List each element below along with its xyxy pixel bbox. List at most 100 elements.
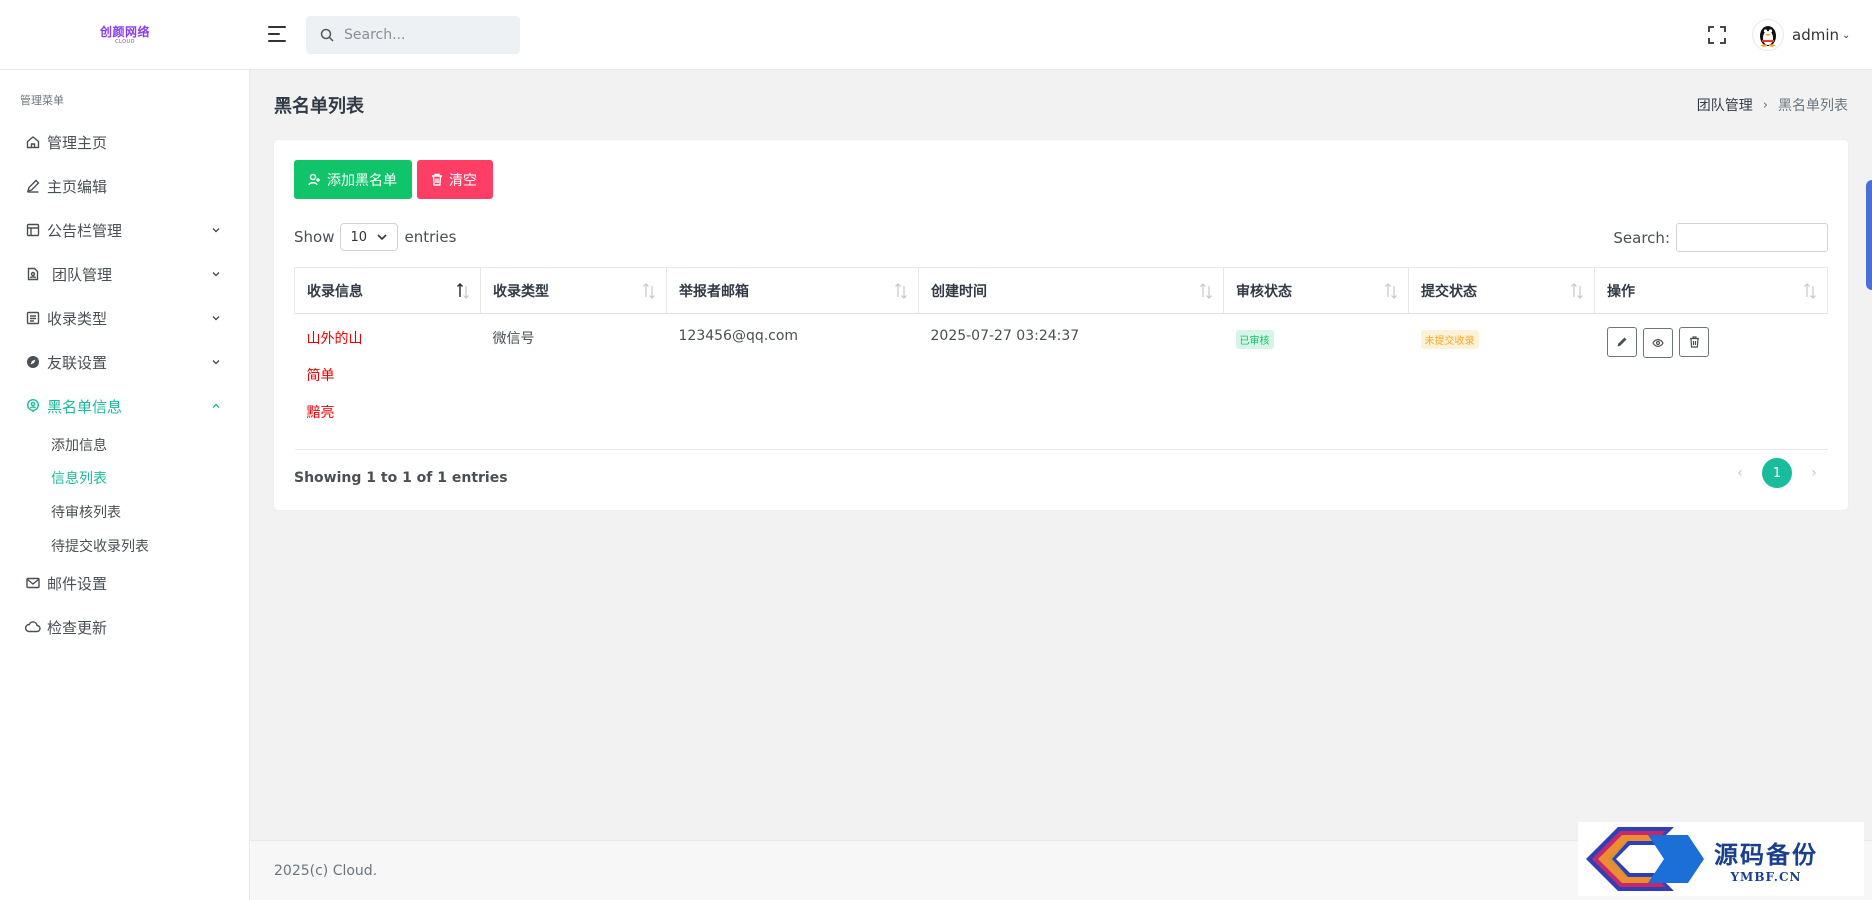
breadcrumb: 团队管理 › 黑名单列表	[1697, 95, 1848, 115]
home-icon	[25, 134, 41, 150]
sidebar-item-announcement[interactable]: 公告栏管理	[0, 210, 250, 250]
sidebar-subitem-pending-submit[interactable]: 待提交收录列表	[51, 533, 149, 559]
cell-review-status: 已审核	[1223, 313, 1409, 450]
sidebar-item-home-edit[interactable]: 主页编辑	[0, 166, 250, 206]
status-badge: 已审核	[1235, 330, 1274, 349]
fullscreen-icon[interactable]	[1708, 26, 1726, 44]
cell-submit-status: 未提交收录	[1408, 313, 1595, 450]
sort-asc-icon	[456, 283, 469, 299]
view-button[interactable]	[1642, 328, 1673, 358]
compass-icon	[25, 354, 41, 370]
sidebar-menu-title: 管理菜单	[20, 94, 64, 107]
sidebar-subitem-info-list[interactable]: 信息列表	[51, 465, 107, 491]
sidebar-item-links[interactable]: 友联设置	[0, 342, 250, 382]
table-search-input[interactable]	[1676, 223, 1828, 252]
clear-label: 清空	[449, 172, 477, 189]
brand-logo[interactable]: 创颜网络 CLOUD	[0, 0, 250, 70]
pencil-icon	[1617, 337, 1626, 347]
menu-toggle-icon[interactable]	[268, 26, 286, 42]
info-line: 山外的山	[306, 331, 363, 347]
blacklist-table: 收录信息 收录类型 举报者邮箱 创建时间 审核状态 提交状态 操作 山外的山 简…	[294, 267, 1828, 450]
svg-text:码: 码	[1630, 843, 1658, 876]
cell-actions	[1594, 313, 1828, 450]
cell-type: 微信号	[480, 313, 667, 450]
pagination: ‹ 1 ›	[1730, 458, 1824, 488]
info-line: 黯亮	[306, 405, 335, 421]
sidebar-item-update[interactable]: 检查更新	[0, 607, 250, 647]
clear-button[interactable]: 清空	[417, 160, 493, 199]
chevron-down-icon	[212, 360, 220, 365]
user-menu[interactable]: admin ⌄	[1752, 17, 1850, 53]
page-length-control: Show 10 entries	[294, 223, 456, 251]
page-length-select[interactable]: 10	[340, 223, 399, 251]
sidebar-item-mail[interactable]: 邮件设置	[0, 563, 250, 603]
cell-created: 2025-07-27 03:24:37	[918, 313, 1224, 450]
column-header-submit-status[interactable]: 提交状态	[1408, 267, 1595, 314]
status-badge: 未提交收录	[1420, 330, 1479, 349]
sidebar-subitem-label: 待提交收录列表	[51, 539, 149, 555]
top-bar: 创颜网络 CLOUD admin ⌄	[0, 0, 1872, 70]
column-header-type[interactable]: 收录类型	[480, 267, 667, 314]
search-input[interactable]	[344, 27, 504, 43]
column-header-email[interactable]: 举报者邮箱	[666, 267, 919, 314]
user-add-icon	[308, 173, 320, 186]
add-blacklist-button[interactable]: 添加黑名单	[294, 160, 412, 199]
eye-icon	[1652, 339, 1664, 347]
breadcrumb-current: 黑名单列表	[1778, 98, 1848, 114]
cloud-icon	[25, 619, 41, 635]
sort-icon	[1385, 283, 1397, 299]
chevron-down-icon: ⌄	[1842, 29, 1851, 41]
column-header-info[interactable]: 收录信息	[294, 267, 481, 314]
sidebar-item-include-type[interactable]: 收录类型	[0, 298, 250, 338]
table-search: Search:	[1613, 223, 1828, 252]
breadcrumb-parent[interactable]: 团队管理	[1697, 95, 1753, 115]
sidebar-item-team[interactable]: 团队管理	[0, 254, 250, 294]
column-header-created[interactable]: 创建时间	[918, 267, 1224, 314]
delete-button[interactable]	[1679, 327, 1710, 357]
sort-icon	[1571, 283, 1583, 299]
watermark-url: YMBF.CN	[1730, 869, 1802, 884]
sidebar-item-blacklist[interactable]: 黑名单信息	[0, 386, 250, 426]
page-length-value: 10	[350, 229, 368, 245]
table-row: 山外的山 简单 黯亮 微信号 123456@qq.com 2025-07-27 …	[294, 313, 1828, 450]
table-info: Showing 1 to 1 of 1 entries	[294, 470, 508, 486]
page-title: 黑名单列表	[274, 96, 364, 117]
username: admin	[1792, 26, 1839, 44]
sidebar-item-label: 检查更新	[47, 618, 108, 637]
trash-icon	[432, 173, 442, 186]
sidebar-subitem-pending-review[interactable]: 待审核列表	[51, 499, 121, 525]
global-search	[306, 16, 520, 54]
location-user-icon	[25, 398, 41, 414]
board-icon	[25, 222, 41, 238]
side-panel-tab[interactable]	[1866, 180, 1872, 290]
search-icon	[320, 28, 334, 42]
sidebar-subitem-label: 信息列表	[51, 471, 107, 487]
chevron-up-icon	[212, 403, 220, 408]
pencil-icon	[25, 178, 41, 194]
watermark-logo-icon: 码	[1586, 827, 1704, 891]
next-page-button[interactable]: ›	[1804, 465, 1824, 481]
column-header-review-status[interactable]: 审核状态	[1223, 267, 1409, 314]
edit-button[interactable]	[1606, 327, 1637, 357]
add-blacklist-label: 添加黑名单	[327, 172, 397, 189]
chevron-down-icon	[377, 234, 388, 241]
penguin-avatar-icon	[1760, 26, 1776, 47]
page-button-current[interactable]: 1	[1762, 458, 1792, 488]
sidebar-item-label: 收录类型	[47, 309, 108, 328]
cell-info: 山外的山 简单 黯亮	[294, 313, 481, 450]
sidebar-item-label: 管理主页	[47, 133, 108, 152]
sidebar-subitem-label: 添加信息	[51, 438, 107, 454]
footer-copyright: 2025(c) Cloud.	[274, 863, 378, 879]
cell-email: 123456@qq.com	[666, 313, 919, 450]
column-header-actions[interactable]: 操作	[1594, 267, 1828, 314]
sidebar-item-label: 友联设置	[47, 353, 108, 372]
mail-icon	[25, 575, 41, 591]
avatar	[1752, 19, 1784, 51]
chevron-down-icon	[212, 272, 220, 277]
sidebar-item-dashboard[interactable]: 管理主页	[0, 122, 250, 162]
sidebar-subitem-add-info[interactable]: 添加信息	[51, 432, 107, 458]
previous-page-button[interactable]: ‹	[1730, 465, 1750, 481]
sort-icon	[1804, 283, 1816, 299]
sidebar-item-label: 主页编辑	[47, 177, 108, 196]
sidebar: 管理菜单 管理主页 主页编辑 公告栏管理 团队管理 收录类型 友联设置 黑名单信…	[0, 70, 250, 900]
